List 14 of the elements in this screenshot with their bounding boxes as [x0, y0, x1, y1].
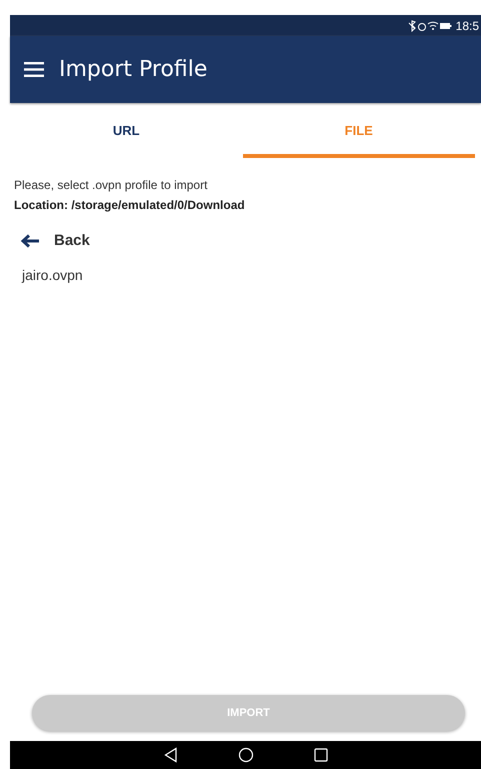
- tab[interactable]: URL: [10, 103, 242, 158]
- status-time: 18:5: [456, 18, 479, 32]
- recents-icon[interactable]: [314, 748, 328, 762]
- menu-icon[interactable]: [24, 62, 44, 77]
- instruction-text: Please, select .ovpn profile to import: [14, 178, 208, 192]
- screen-title: Import Profile: [59, 57, 208, 82]
- back-icon[interactable]: [164, 747, 178, 763]
- back-label[interactable]: Back: [54, 232, 90, 249]
- back-item[interactable]: Back: [14, 232, 481, 249]
- file-item[interactable]: jairo.ovpn: [14, 267, 481, 283]
- status-icons: [408, 20, 452, 32]
- home-icon[interactable]: [238, 747, 254, 763]
- back-arrow-icon: [20, 234, 40, 248]
- location-path: Location: /storage/emulated/0/Download: [14, 198, 246, 212]
